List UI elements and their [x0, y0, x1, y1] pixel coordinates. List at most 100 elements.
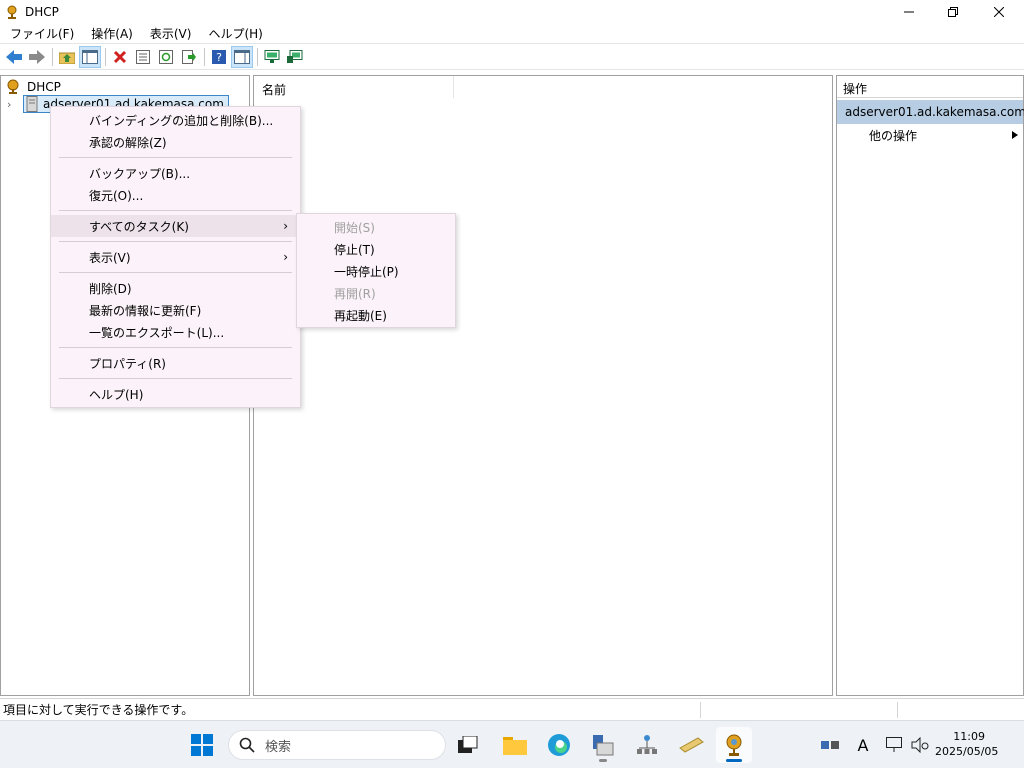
menu-view[interactable]: 表示(V): [140, 25, 199, 42]
server-manager-icon: [593, 735, 614, 756]
network-icon: [637, 735, 657, 754]
minimize-button[interactable]: [886, 0, 932, 23]
dhcp-taskbar-button[interactable]: [716, 727, 752, 763]
chevron-right-icon: ›: [283, 219, 288, 233]
help-icon: ?: [212, 50, 226, 64]
show-action-pane-button[interactable]: [231, 46, 253, 68]
menu-item-help[interactable]: ヘルプ(H): [51, 383, 300, 405]
tree-root-label: DHCP: [27, 80, 61, 94]
up-level-button[interactable]: [56, 46, 78, 68]
menu-item-view[interactable]: 表示(V) ›: [51, 246, 300, 268]
refresh-button[interactable]: [155, 46, 177, 68]
action-section-server[interactable]: adserver01.ad.kakemasa.com: [837, 100, 1024, 124]
vpn-network-icon: [821, 741, 839, 749]
menu-file[interactable]: ファイル(F): [0, 25, 81, 42]
network-button[interactable]: [629, 727, 665, 763]
windows-logo-icon: [191, 734, 213, 756]
chevron-right-icon[interactable]: ›: [7, 98, 17, 111]
menu-action[interactable]: 操作(A): [81, 25, 140, 42]
submenu-item-resume: 再開(R): [334, 286, 376, 301]
submenu-item-stop[interactable]: 停止(T): [297, 238, 455, 260]
clock-date: 2025/05/05: [935, 745, 999, 758]
menu-item-properties[interactable]: プロパティ(R): [51, 352, 300, 374]
folder-up-icon: [59, 52, 75, 64]
edge-button[interactable]: [541, 727, 577, 763]
menu-separator: [59, 378, 292, 379]
minimize-icon: [904, 11, 914, 12]
status-divider: [897, 702, 898, 718]
action-pane: 操作 adserver01.ad.kakemasa.com 他の操作: [836, 75, 1024, 696]
export-list-button[interactable]: [178, 46, 200, 68]
ime-mode-button[interactable]: A: [851, 731, 875, 759]
start-button[interactable]: [184, 727, 220, 763]
show-hide-tree-button[interactable]: [79, 46, 101, 68]
refresh-icon: [159, 50, 173, 64]
export-icon: [182, 50, 196, 64]
folder-icon: [503, 737, 527, 755]
menu-help[interactable]: ヘルプ(H): [198, 25, 269, 42]
menu-separator: [59, 241, 292, 242]
toolbar-separator: [105, 48, 106, 66]
help-button[interactable]: ?: [208, 46, 230, 68]
taskbar-clock[interactable]: 11:09 2025/05/05: [935, 729, 999, 759]
window-title: DHCP: [25, 4, 59, 19]
console-tree-icon: [82, 50, 98, 64]
tray-sound-button[interactable]: [908, 731, 932, 759]
search-icon: [239, 737, 255, 753]
tools-icon: [679, 737, 704, 753]
action-pane-header: 操作: [837, 76, 1023, 98]
edge-icon: [548, 734, 570, 756]
network-status-button[interactable]: [284, 46, 306, 68]
context-menu: バインディングの追加と削除(B)... 承認の解除(Z) バックアップ(B)..…: [50, 106, 301, 408]
submenu-right-icon: [1012, 131, 1018, 139]
menu-bar: ファイル(F) 操作(A) 表示(V) ヘルプ(H): [0, 23, 1024, 44]
all-tasks-submenu: 開始(S) 停止(T) 一時停止(P) 再開(R) 再起動(E): [296, 213, 456, 328]
submenu-item-pause[interactable]: 一時停止(P): [297, 260, 455, 282]
menu-item-export-list[interactable]: 一覧のエクスポート(L)...: [51, 321, 300, 343]
menu-separator: [59, 347, 292, 348]
search-placeholder: 検索: [265, 739, 292, 755]
svg-text:?: ?: [216, 51, 222, 64]
server-status-button[interactable]: [261, 46, 283, 68]
toolbar: ?: [0, 45, 1024, 70]
close-button[interactable]: [976, 0, 1022, 23]
running-indicator: [726, 759, 742, 762]
delete-x-icon: [113, 50, 127, 64]
dhcp-tree-icon: [7, 79, 19, 94]
properties-icon: [136, 50, 150, 64]
taskbar-search[interactable]: 検索: [228, 730, 446, 760]
tray-network-button[interactable]: [818, 731, 842, 759]
file-explorer-button[interactable]: [497, 727, 533, 763]
menu-item-backup[interactable]: バックアップ(B)...: [51, 162, 300, 184]
taskbar: 検索 A 11:09 2025/05/05: [0, 720, 1024, 768]
menu-item-all-tasks-label: すべてのタスク(K): [89, 219, 189, 234]
monitor-icon: [264, 50, 280, 63]
properties-button[interactable]: [132, 46, 154, 68]
tray-display-button[interactable]: [883, 731, 907, 759]
menu-separator: [59, 210, 292, 211]
menu-item-delete[interactable]: 削除(D): [51, 277, 300, 299]
tree-root-dhcp[interactable]: DHCP: [5, 79, 61, 95]
title-bar: DHCP: [0, 0, 1024, 23]
menu-separator: [59, 157, 292, 158]
delete-button[interactable]: [109, 46, 131, 68]
menu-separator: [59, 272, 292, 273]
menu-item-restore[interactable]: 復元(O)...: [51, 184, 300, 206]
back-button[interactable]: [3, 46, 25, 68]
task-view-button[interactable]: [450, 727, 486, 763]
network-monitor-icon: [287, 50, 303, 63]
menu-item-refresh[interactable]: 最新の情報に更新(F): [51, 299, 300, 321]
tools-button[interactable]: [673, 727, 709, 763]
column-header-name[interactable]: 名前: [254, 76, 454, 98]
task-view-icon: [458, 736, 478, 753]
action-pane-icon: [234, 50, 250, 64]
submenu-item-restart[interactable]: 再起動(E): [297, 304, 455, 326]
status-text: 項目に対して実行できる操作です。: [3, 703, 194, 717]
menu-item-bindings[interactable]: バインディングの追加と削除(B)...: [51, 109, 300, 131]
menu-item-all-tasks[interactable]: すべてのタスク(K) ›: [51, 215, 300, 237]
action-more-actions[interactable]: 他の操作: [837, 124, 1023, 146]
server-manager-button[interactable]: [585, 727, 621, 763]
forward-button[interactable]: [26, 46, 48, 68]
menu-item-unauthorize[interactable]: 承認の解除(Z): [51, 131, 300, 153]
restore-button[interactable]: [930, 0, 976, 23]
